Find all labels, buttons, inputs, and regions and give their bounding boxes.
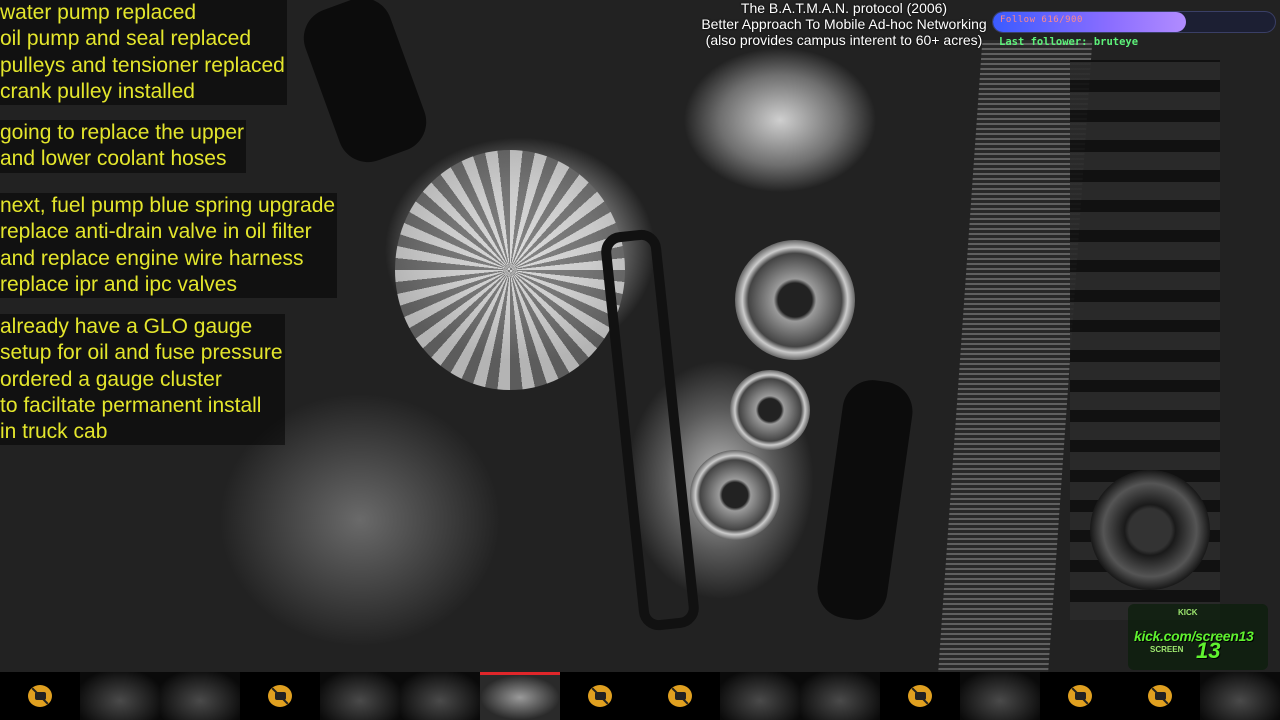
camera-off-icon xyxy=(1148,685,1172,707)
note-line: and replace engine wire harness xyxy=(0,246,304,270)
notes-block-planned-hoses: going to replace the upper and lower coo… xyxy=(0,120,247,173)
note-line: pulleys and tensioner replaced xyxy=(0,53,285,77)
camera-tile[interactable] xyxy=(400,672,480,720)
note-line: going to replace the upper xyxy=(0,121,245,144)
note-line: already have a GLO gauge xyxy=(0,315,253,338)
note-line: next, fuel pump blue spring upgrade xyxy=(0,194,336,217)
kick-brand-text: SCREEN xyxy=(1150,645,1184,654)
pulley-image xyxy=(690,450,780,540)
camera-tile-offline[interactable] xyxy=(560,672,640,720)
camera-tile-offline[interactable] xyxy=(1040,672,1120,720)
camera-tile[interactable] xyxy=(800,672,880,720)
camera-tile-offline[interactable] xyxy=(0,672,80,720)
kick-channel-url: kick.com/screen13 xyxy=(1134,628,1254,644)
note-line: setup for oil and fuse pressure xyxy=(0,341,283,365)
belt-image xyxy=(599,227,701,633)
note-line: ordered a gauge cluster xyxy=(0,367,222,391)
camera-tile-active[interactable] xyxy=(480,672,560,720)
banner-line: (also provides campus interent to 60+ ac… xyxy=(705,32,983,48)
banner-line: Better Approach To Mobile Ad-hoc Network… xyxy=(701,16,987,32)
kick-brand-number: 13 xyxy=(1196,638,1221,663)
batman-protocol-banner: The B.A.T.M.A.N. protocol (2006) Better … xyxy=(696,0,992,48)
note-line: replace ipr and ipc valves xyxy=(0,272,237,296)
camera-tile-offline[interactable] xyxy=(1120,672,1200,720)
alternator-image xyxy=(395,150,625,390)
notes-block-gauges: already have a GLO gauge setup for oil a… xyxy=(0,314,285,446)
follow-goal-label: Follow 616/900 xyxy=(1000,15,1083,25)
follow-goal-bar: Follow 616/900 xyxy=(993,12,1275,32)
camera-off-icon xyxy=(28,685,52,707)
banner-line: The B.A.T.M.A.N. protocol (2006) xyxy=(740,0,948,16)
camera-tile[interactable] xyxy=(960,672,1040,720)
pulley-image xyxy=(730,370,810,450)
radiator-cap-image xyxy=(1090,470,1210,590)
camera-tile[interactable] xyxy=(160,672,240,720)
camera-thumbnail-strip xyxy=(0,672,1280,720)
notes-block-next: next, fuel pump blue spring upgrade repl… xyxy=(0,193,338,299)
notes-block-completed: water pump replaced oil pump and seal re… xyxy=(0,0,287,106)
note-line: replace anti-drain valve in oil filter xyxy=(0,220,312,244)
camera-off-icon xyxy=(908,685,932,707)
note-line: crank pulley installed xyxy=(0,79,195,103)
camera-tile-offline[interactable] xyxy=(880,672,960,720)
camera-off-icon xyxy=(588,685,612,707)
note-line: oil pump and seal replaced xyxy=(0,27,251,51)
camera-off-icon xyxy=(668,685,692,707)
kick-logo-text: KICK xyxy=(1178,608,1198,617)
pulley-image xyxy=(735,240,855,360)
note-line: and lower coolant hoses xyxy=(0,147,227,171)
note-line: water pump replaced xyxy=(0,1,197,24)
camera-tile-offline[interactable] xyxy=(640,672,720,720)
camera-tile[interactable] xyxy=(80,672,160,720)
hose-image xyxy=(813,376,917,624)
note-line: to faciltate permanent install xyxy=(0,393,262,417)
camera-tile-offline[interactable] xyxy=(240,672,320,720)
last-follower-label: Last follower: bruteye xyxy=(999,36,1139,48)
camera-off-icon xyxy=(268,685,292,707)
camera-tile[interactable] xyxy=(320,672,400,720)
camera-tile[interactable] xyxy=(720,672,800,720)
camera-off-icon xyxy=(1068,685,1092,707)
note-line: in truck cab xyxy=(0,420,108,444)
camera-tile[interactable] xyxy=(1200,672,1280,720)
hose-image xyxy=(295,0,435,171)
